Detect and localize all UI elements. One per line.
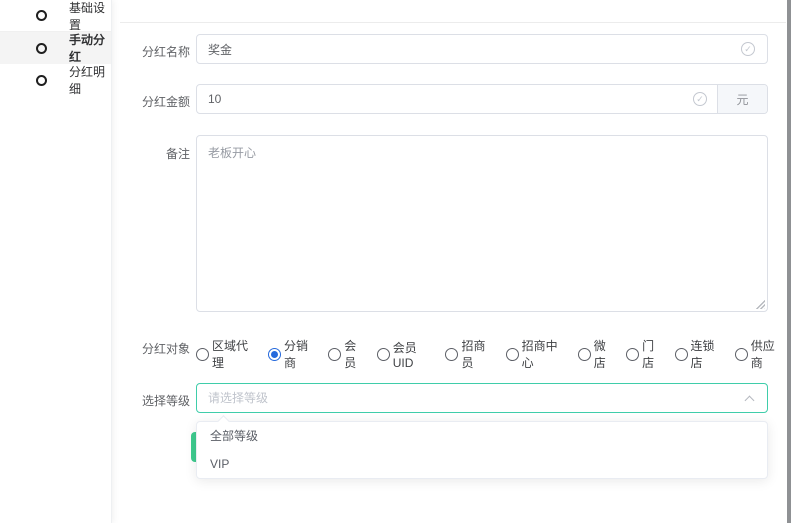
circle-icon <box>36 43 47 54</box>
target-radio-group: 区域代理 分销商 会员 会员UID 招商员 招商中心 <box>196 337 786 371</box>
amount-unit: 元 <box>717 85 767 113</box>
form-panel: 分红名称 ✓ 分红金额 ✓ 元 备注 老板开心 分红对象 <box>112 0 786 523</box>
check-circle-icon: ✓ <box>741 42 755 56</box>
radio-icon <box>445 348 458 361</box>
radio-option[interactable]: 连锁店 <box>675 337 726 371</box>
radio-icon <box>328 348 341 361</box>
circle-icon <box>36 75 47 86</box>
name-input[interactable] <box>197 35 767 63</box>
radio-option[interactable]: 会员 <box>328 337 367 371</box>
sidebar-item-label: 分红明细 <box>69 63 111 97</box>
radio-icon <box>578 348 591 361</box>
amount-input[interactable] <box>197 85 717 113</box>
radio-option[interactable]: 微店 <box>578 337 617 371</box>
radio-option-selected[interactable]: 分销商 <box>268 337 319 371</box>
remark-label: 备注 <box>120 145 190 162</box>
radio-icon <box>196 348 209 361</box>
radio-icon <box>626 348 639 361</box>
panel-divider <box>120 22 786 23</box>
sidebar: 基础设置 手动分红 分红明细 <box>0 0 112 523</box>
amount-label: 分红金额 <box>120 93 190 110</box>
radio-option[interactable]: 会员UID <box>377 339 437 370</box>
scrollbar[interactable] <box>787 0 791 523</box>
level-label: 选择等级 <box>120 392 190 409</box>
radio-icon <box>377 348 390 361</box>
radio-option[interactable]: 门店 <box>626 337 665 371</box>
level-dropdown: 全部等级 VIP <box>196 421 768 479</box>
remark-box: 老板开心 <box>196 135 768 312</box>
circle-icon <box>36 10 47 21</box>
dropdown-option[interactable]: 全部等级 <box>197 422 767 450</box>
radio-option[interactable]: 招商中心 <box>506 337 569 371</box>
target-label: 分红对象 <box>120 340 190 357</box>
sidebar-item-manual-dividend[interactable]: 手动分红 <box>0 32 111 64</box>
sidebar-item-label: 基础设置 <box>69 0 111 33</box>
amount-input-box: ✓ 元 <box>196 84 768 114</box>
name-label: 分红名称 <box>120 43 190 60</box>
sidebar-item-basic-settings[interactable]: 基础设置 <box>0 0 111 32</box>
radio-option[interactable]: 供应商 <box>735 337 786 371</box>
dropdown-option[interactable]: VIP <box>197 450 767 478</box>
level-select[interactable] <box>196 383 768 413</box>
radio-icon <box>735 348 748 361</box>
radio-option[interactable]: 招商员 <box>445 337 496 371</box>
check-circle-icon: ✓ <box>693 92 707 106</box>
radio-icon <box>506 348 519 361</box>
level-select-input[interactable] <box>197 384 767 412</box>
radio-checked-icon <box>268 348 281 361</box>
sidebar-item-label: 手动分红 <box>69 31 111 65</box>
amount-input-wrap: ✓ <box>197 85 717 113</box>
name-input-box: ✓ <box>196 34 768 64</box>
remark-textarea[interactable]: 老板开心 <box>197 136 767 311</box>
radio-icon <box>675 348 688 361</box>
radio-option[interactable]: 区域代理 <box>196 337 259 371</box>
sidebar-item-dividend-detail[interactable]: 分红明细 <box>0 64 111 96</box>
page: 基础设置 手动分红 分红明细 分红名称 ✓ 分红金额 ✓ <box>0 0 795 523</box>
